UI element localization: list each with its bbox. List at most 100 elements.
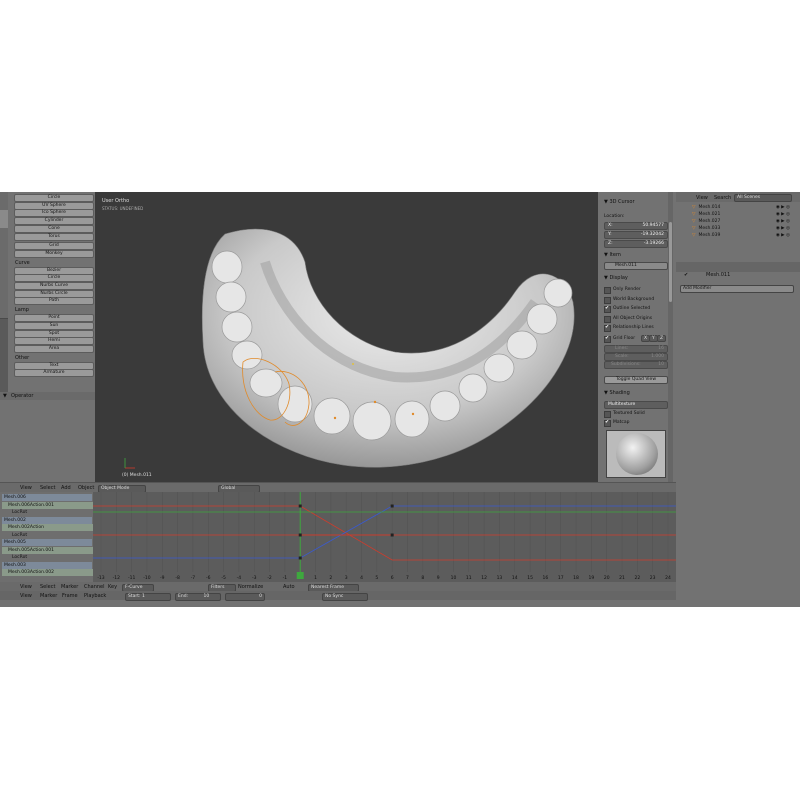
add-mesh-button-6[interactable]: Grid (14, 242, 94, 251)
end-frame-field[interactable]: End: 10 (175, 592, 221, 601)
cursor-x-field[interactable]: X: 50.94577 (604, 222, 668, 230)
visibility-icons[interactable]: ◉ ▶ ◎ (776, 226, 790, 232)
channel-row[interactable]: Mesh.005 (2, 539, 92, 546)
vp-menu-view[interactable]: View (20, 485, 32, 491)
tab-create[interactable] (0, 210, 8, 229)
add-mesh-button-3[interactable]: Cylinder (14, 217, 94, 226)
grid-lines-field[interactable]: Lines: 16 (604, 345, 668, 353)
vp-menu-add[interactable]: Add (61, 485, 71, 491)
scene-filter-select[interactable]: All Scenes (734, 194, 792, 202)
grid-scale-field[interactable]: Scale: 1.000 (604, 353, 668, 361)
grid-subdivisions-field[interactable]: Subdivisions: 10 (604, 361, 668, 369)
add-mesh-button-5[interactable]: Torus (14, 232, 94, 241)
channel-row[interactable]: LocRot (2, 531, 100, 539)
add-other-button-1[interactable]: Armature (14, 369, 94, 378)
add-lamp-button-3[interactable]: Hemi (14, 337, 94, 346)
timeline-menu-view[interactable]: View (20, 593, 32, 599)
matcap-preview[interactable] (606, 430, 666, 478)
toggle-quad-view-button[interactable]: Toggle Quad View (604, 376, 668, 384)
grid-floor-checkbox[interactable] (604, 335, 611, 343)
channel-row[interactable]: Mesh.003 (2, 561, 92, 569)
keyframe-handle[interactable] (390, 504, 394, 508)
outliner-item[interactable]: ▽ Mesh.014 ◉ ▶ ◎ (680, 205, 790, 211)
vp-menu-select[interactable]: Select (40, 485, 55, 491)
graph-menu-key[interactable]: Key (108, 584, 117, 590)
add-modifier-button[interactable]: Add Modifier (680, 285, 794, 293)
current-frame-marker[interactable] (296, 572, 304, 579)
channel-row[interactable]: Mesh.005Action.001 (2, 546, 96, 554)
add-mesh-button-0[interactable]: Circle (14, 194, 94, 202)
graph-menu-channel[interactable]: Channel (84, 584, 105, 590)
graph-menu-view[interactable]: View (20, 584, 32, 590)
channel-row[interactable]: Mesh.003Action.002 (2, 569, 96, 576)
add-mesh-button-7[interactable]: Monkey (14, 249, 94, 258)
display-option-checkbox-1[interactable] (604, 296, 611, 304)
item-section-title[interactable]: ▼ Item (604, 252, 621, 258)
channel-row[interactable]: LocRot (2, 554, 100, 561)
visibility-icons[interactable]: ◉ ▶ ◎ (776, 212, 790, 218)
add-mesh-button-4[interactable]: Cone (14, 224, 94, 233)
shading-mode-select[interactable]: Multitexture (604, 401, 668, 409)
display-section-title[interactable]: ▼ Display (604, 275, 628, 281)
item-name-field[interactable]: Mesh.011 (604, 262, 668, 270)
tab-physics[interactable] (0, 264, 8, 283)
timeline-menu-marker[interactable]: Marker (40, 593, 57, 599)
outliner-menu-view[interactable]: View (696, 195, 708, 201)
vp-menu-object[interactable]: Object (78, 485, 94, 491)
graph-menu-select[interactable]: Select (40, 584, 55, 590)
current-frame-field[interactable]: 0 (225, 592, 265, 601)
timeline-menu-playback[interactable]: Playback (84, 593, 106, 599)
graph-editor[interactable]: -13-12-11-10-9-8-7-6-5-4-3-2-10123456789… (93, 492, 676, 582)
auto-label[interactable]: Auto (283, 584, 295, 590)
display-option-checkbox-0[interactable] (604, 287, 611, 294)
channel-row[interactable]: Mesh.002 (2, 516, 92, 524)
properties-scrollbar[interactable] (668, 192, 673, 482)
add-curve-button-2[interactable]: Nurbs Curve (14, 282, 94, 290)
keyframe-handle[interactable] (298, 533, 302, 537)
operator-panel-header[interactable]: ▼ Operator (0, 392, 95, 400)
outliner-menu-search[interactable]: Search (714, 195, 731, 201)
tab-tools[interactable] (0, 192, 8, 211)
display-option-checkbox-4[interactable] (604, 324, 611, 332)
tab-grease-pencil[interactable] (0, 282, 8, 301)
dental-model[interactable] (95, 192, 598, 482)
3d-viewport[interactable]: User Ortho STATUS: UNDEFINED (0) Mesh.01… (95, 192, 598, 482)
axis-z-toggle[interactable]: Z (657, 335, 667, 342)
cursor-y-field[interactable]: Y: -19.32042 (604, 231, 668, 239)
outliner-item[interactable]: ▽ Mesh.033 ◉ ▶ ◎ (680, 226, 790, 232)
red-curve-top[interactable] (93, 505, 676, 561)
channel-row[interactable]: LocRot (2, 509, 100, 516)
keyframe-handle[interactable] (298, 504, 302, 508)
keyframe-handle[interactable] (390, 533, 394, 537)
add-lamp-button-1[interactable]: Sun (14, 321, 94, 330)
visibility-icons[interactable]: ◉ ▶ ◎ (776, 219, 790, 225)
add-curve-button-4[interactable]: Path (14, 297, 94, 306)
add-lamp-button-4[interactable]: Area (14, 344, 94, 353)
outliner-item[interactable]: ▽ Mesh.021 ◉ ▶ ◎ (680, 212, 790, 218)
cursor-z-field[interactable]: Z: -3.19266 (604, 240, 668, 248)
display-option-checkbox-3[interactable] (604, 315, 611, 323)
display-option-checkbox-2[interactable] (604, 305, 611, 313)
blue-curve[interactable] (93, 505, 676, 559)
normalize-label[interactable]: Normalize (238, 584, 263, 590)
visibility-icons[interactable]: ◉ ▶ ◎ (776, 233, 790, 239)
visibility-icons[interactable]: ◉ ▶ ◎ (776, 205, 790, 211)
textured-solid-checkbox[interactable] (604, 411, 611, 418)
start-frame-field[interactable]: Start: 1 (125, 592, 171, 601)
keyframe-handle[interactable] (298, 556, 302, 560)
tab-misc[interactable] (0, 300, 8, 319)
channel-row[interactable]: Mesh.006Action.001 (2, 501, 96, 509)
outliner-item[interactable]: ▽ Mesh.027 ◉ ▶ ◎ (680, 219, 790, 225)
tab-animation[interactable] (0, 246, 8, 265)
channel-row[interactable]: Mesh.006 (2, 494, 92, 501)
fcurve-graph[interactable]: -13-12-11-10-9-8-7-6-5-4-3-2-10123456789… (93, 492, 676, 582)
tab-relations[interactable] (0, 228, 8, 247)
matcap-checkbox[interactable] (604, 419, 611, 427)
outliner-item[interactable]: ▽ Mesh.039 ◉ ▶ ◎ (680, 233, 790, 239)
add-lamp-button-0[interactable]: Point (14, 314, 94, 323)
channel-row[interactable]: Mesh.002Action (2, 524, 96, 531)
cursor-section-title[interactable]: ▼ 3D Cursor (604, 199, 635, 205)
shading-section-title[interactable]: ▼ Shading (604, 390, 630, 396)
sync-select[interactable]: No Sync (322, 592, 368, 601)
timeline-menu-frame[interactable]: Frame (62, 593, 78, 599)
